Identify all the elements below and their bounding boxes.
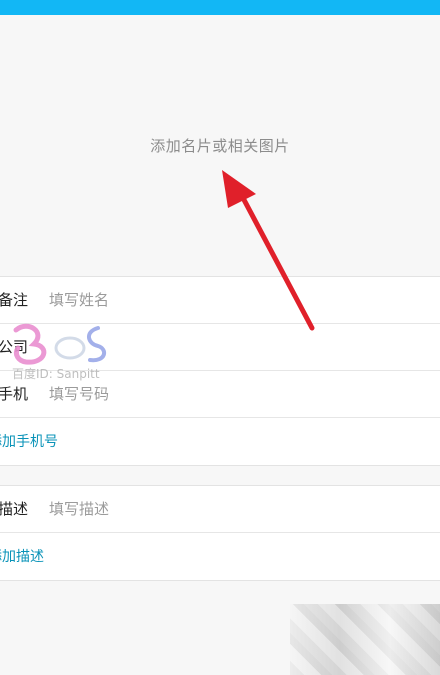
remark-label: 备注	[0, 291, 29, 309]
watermark-text: 百度ID: Sanpitt	[12, 367, 100, 381]
status-bar	[0, 0, 440, 15]
blurred-overlay	[290, 604, 440, 675]
remark-row[interactable]: 备注 填写姓名	[0, 277, 440, 324]
description-label: 描述	[0, 500, 29, 518]
phone-input[interactable]: 填写号码	[49, 383, 109, 404]
add-card-photo-label: 添加名片或相关图片	[150, 137, 290, 155]
add-card-photo-area[interactable]: 添加名片或相关图片	[0, 15, 440, 275]
description-section: 描述 填写描述 添加描述	[0, 485, 440, 581]
add-description-link[interactable]: 添加描述	[0, 546, 44, 566]
description-row[interactable]: 描述 填写描述	[0, 486, 440, 533]
watermark-logo: 百度ID: Sanpitt	[6, 318, 126, 386]
add-description-row[interactable]: 添加描述	[0, 533, 440, 579]
remark-input[interactable]: 填写姓名	[49, 289, 109, 310]
watermark-logo-icon	[13, 323, 107, 365]
phone-label: 手机	[0, 385, 29, 403]
add-phone-row[interactable]: 添加手机号	[0, 418, 440, 464]
description-input[interactable]: 填写描述	[49, 498, 109, 519]
add-phone-link[interactable]: 添加手机号	[0, 431, 58, 451]
